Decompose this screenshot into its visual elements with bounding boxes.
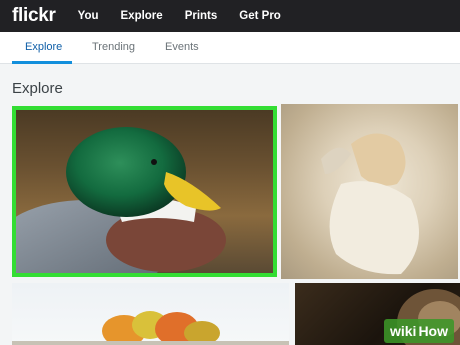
nav-get-pro[interactable]: Get Pro [239, 10, 281, 22]
nav-you[interactable]: You [78, 10, 99, 22]
photo-woman-in-white-dress[interactable] [281, 104, 458, 279]
photo-autumn-trees[interactable] [12, 283, 289, 345]
page: flickr You Explore Prints Get Pro Explor… [0, 0, 460, 345]
active-tab-indicator [12, 61, 72, 64]
dancer-image [321, 133, 419, 275]
photo-duck[interactable] [12, 106, 277, 277]
tab-explore[interactable]: Explore [25, 41, 62, 53]
top-bar: flickr You Explore Prints Get Pro [0, 0, 460, 32]
wikihow-watermark: wiki How [383, 319, 454, 343]
nav-prints[interactable]: Prints [185, 10, 218, 22]
page-title: Explore [12, 80, 63, 97]
tab-events[interactable]: Events [165, 41, 199, 53]
nav-explore[interactable]: Explore [121, 10, 163, 22]
autumn-image [12, 311, 289, 345]
tab-trending[interactable]: Trending [92, 41, 135, 53]
top-nav: You Explore Prints Get Pro [78, 10, 303, 22]
duck-image [16, 127, 226, 273]
sub-nav: Explore Trending Events [0, 32, 460, 64]
flickr-logo[interactable]: flickr [12, 5, 56, 27]
